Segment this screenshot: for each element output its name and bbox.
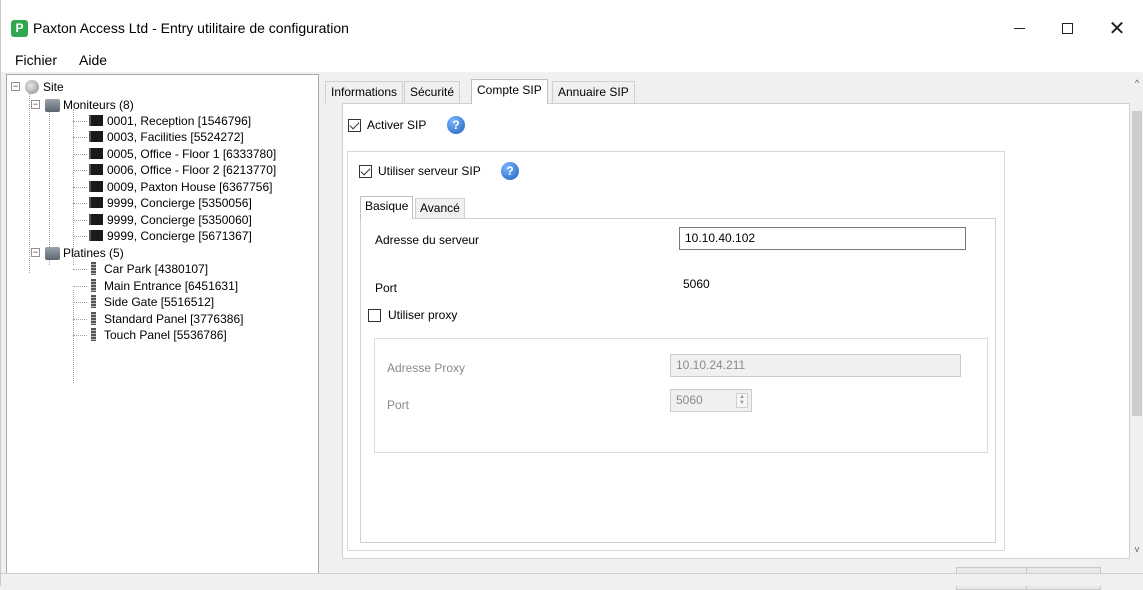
server-address-input[interactable]: 10.10.40.102 — [679, 227, 966, 250]
site-tree[interactable]: − Site − Moniteurs (8) 0001, Reception [… — [6, 74, 319, 574]
tree-item-label: 0009, Paxton House [6367756] — [107, 180, 273, 194]
work-area: − Site − Moniteurs (8) 0001, Reception [… — [1, 72, 1143, 590]
maximize-icon — [1061, 22, 1073, 34]
tab-security[interactable]: Sécurité — [404, 81, 461, 103]
collapse-icon[interactable]: − — [31, 248, 40, 257]
tree-item-label: Standard Panel [3776386] — [104, 312, 244, 326]
monitor-icon — [89, 197, 103, 208]
use-sip-server-label[interactable]: Utiliser serveur SIP — [378, 164, 481, 179]
tree-connector — [73, 290, 74, 383]
close-icon: ✕ — [1108, 17, 1126, 40]
menu-file[interactable]: Fichier — [15, 53, 57, 68]
window-title: Paxton Access Ltd - Entry utilitaire de … — [33, 20, 349, 36]
scroll-up-icon[interactable]: ^ — [1130, 78, 1143, 92]
globe-icon — [25, 80, 39, 94]
title-bar[interactable]: Paxton Access Ltd - Entry utilitaire de … — [1, 0, 1143, 45]
tree-node-label: Platines (5) — [63, 246, 124, 260]
tree-item-label: 0005, Office - Floor 1 [6333780] — [107, 147, 277, 161]
menu-help[interactable]: Aide — [79, 53, 107, 68]
tree-item-label: 0003, Facilities [5524272] — [107, 130, 244, 144]
monitor-icon — [89, 230, 103, 241]
tab-informations[interactable]: Informations — [325, 81, 404, 103]
configuration-panel: Informations Sécurité Compte SIP Annuair… — [325, 72, 1143, 590]
monitors-group-icon — [45, 99, 60, 112]
use-proxy-label[interactable]: Utiliser proxy — [388, 308, 457, 323]
proxy-port-label: Port — [387, 398, 410, 412]
main-tab-strip: Informations Sécurité Compte SIP Annuair… — [325, 79, 1130, 104]
status-bar — [1, 573, 1143, 586]
tree-item-label: 9999, Concierge [5350060] — [107, 213, 252, 227]
use-sip-server-checkbox[interactable] — [359, 165, 372, 178]
door-panel-icon — [91, 279, 96, 292]
monitor-icon — [89, 181, 103, 192]
sip-account-page: Activer SIP ? Utiliser serveur SIP ? Bas… — [342, 103, 1130, 559]
monitor-icon — [89, 115, 103, 126]
tree-item-label: Main Entrance [6451631] — [104, 279, 239, 293]
scroll-down-icon[interactable]: v — [1130, 544, 1143, 558]
tree-item-label: Car Park [4380107] — [104, 262, 209, 276]
proxy-port-stepper[interactable]: 5060 ▲ ▼ — [670, 389, 752, 412]
tab-sip-account[interactable]: Compte SIP — [471, 79, 548, 104]
server-address-label: Adresse du serveur — [375, 233, 480, 247]
proxy-address-input[interactable]: 10.10.24.211 — [670, 354, 961, 377]
proxy-settings-group: Adresse Proxy 10.10.24.211 Port 5060 ▲ ▼ — [374, 338, 988, 453]
maximize-button[interactable] — [1044, 13, 1090, 43]
door-panel-icon — [91, 328, 96, 341]
monitor-icon — [89, 148, 103, 159]
monitor-icon — [89, 131, 103, 142]
vertical-scrollbar[interactable]: ^ v — [1130, 72, 1143, 560]
tree-connector — [29, 93, 30, 273]
minimize-button[interactable] — [996, 13, 1042, 43]
menu-bar: Fichier Aide — [1, 49, 1143, 71]
tab-sip-directory[interactable]: Annuaire SIP — [552, 81, 635, 103]
enable-sip-label[interactable]: Activer SIP — [367, 118, 426, 133]
basic-settings-page: Adresse du serveur 10.10.40.102 Port 506… — [360, 218, 996, 543]
application-window: Paxton Access Ltd - Entry utilitaire de … — [0, 0, 1143, 590]
tree-node-label: Site — [43, 80, 64, 94]
sip-server-group: Utiliser serveur SIP ? Basique Avancé Ad… — [347, 151, 1005, 551]
paxton-logo-icon — [11, 20, 28, 37]
tab-advanced[interactable]: Avancé — [415, 198, 465, 218]
tree-item-label: 0006, Office - Floor 2 [6213770] — [107, 163, 277, 177]
door-panel-icon — [91, 312, 96, 325]
door-panel-icon — [91, 262, 96, 275]
spin-arrows-icon[interactable]: ▲ ▼ — [736, 393, 748, 408]
help-icon[interactable]: ? — [447, 116, 465, 134]
proxy-address-label: Adresse Proxy — [387, 361, 466, 375]
monitor-icon — [89, 214, 103, 225]
panels-group-icon — [45, 247, 60, 260]
minimize-icon — [1013, 27, 1025, 29]
tree-item-label: 9999, Concierge [5350056] — [107, 196, 252, 210]
tree-connector — [49, 109, 50, 265]
door-panel-icon — [91, 295, 96, 308]
tree-item-label: 0001, Reception [1546796] — [107, 114, 252, 128]
collapse-icon[interactable]: − — [11, 82, 20, 91]
enable-sip-checkbox[interactable] — [348, 119, 361, 132]
port-label: Port — [375, 281, 398, 295]
tab-basic[interactable]: Basique — [360, 196, 414, 219]
port-value: 5060 — [683, 277, 710, 291]
tree-item-label: 9999, Concierge [5671367] — [107, 229, 252, 243]
monitor-icon — [89, 164, 103, 175]
help-icon[interactable]: ? — [501, 162, 519, 180]
close-button[interactable]: ✕ — [1094, 13, 1140, 43]
collapse-icon[interactable]: − — [31, 100, 40, 109]
tree-node-label: Moniteurs (8) — [63, 98, 134, 112]
use-proxy-checkbox[interactable] — [368, 309, 381, 322]
scroll-thumb[interactable] — [1132, 111, 1142, 416]
tree-item-label: Side Gate [5516512] — [104, 295, 215, 309]
proxy-port-value: 5060 — [676, 393, 703, 407]
tree-item-label: Touch Panel [5536786] — [104, 328, 227, 342]
